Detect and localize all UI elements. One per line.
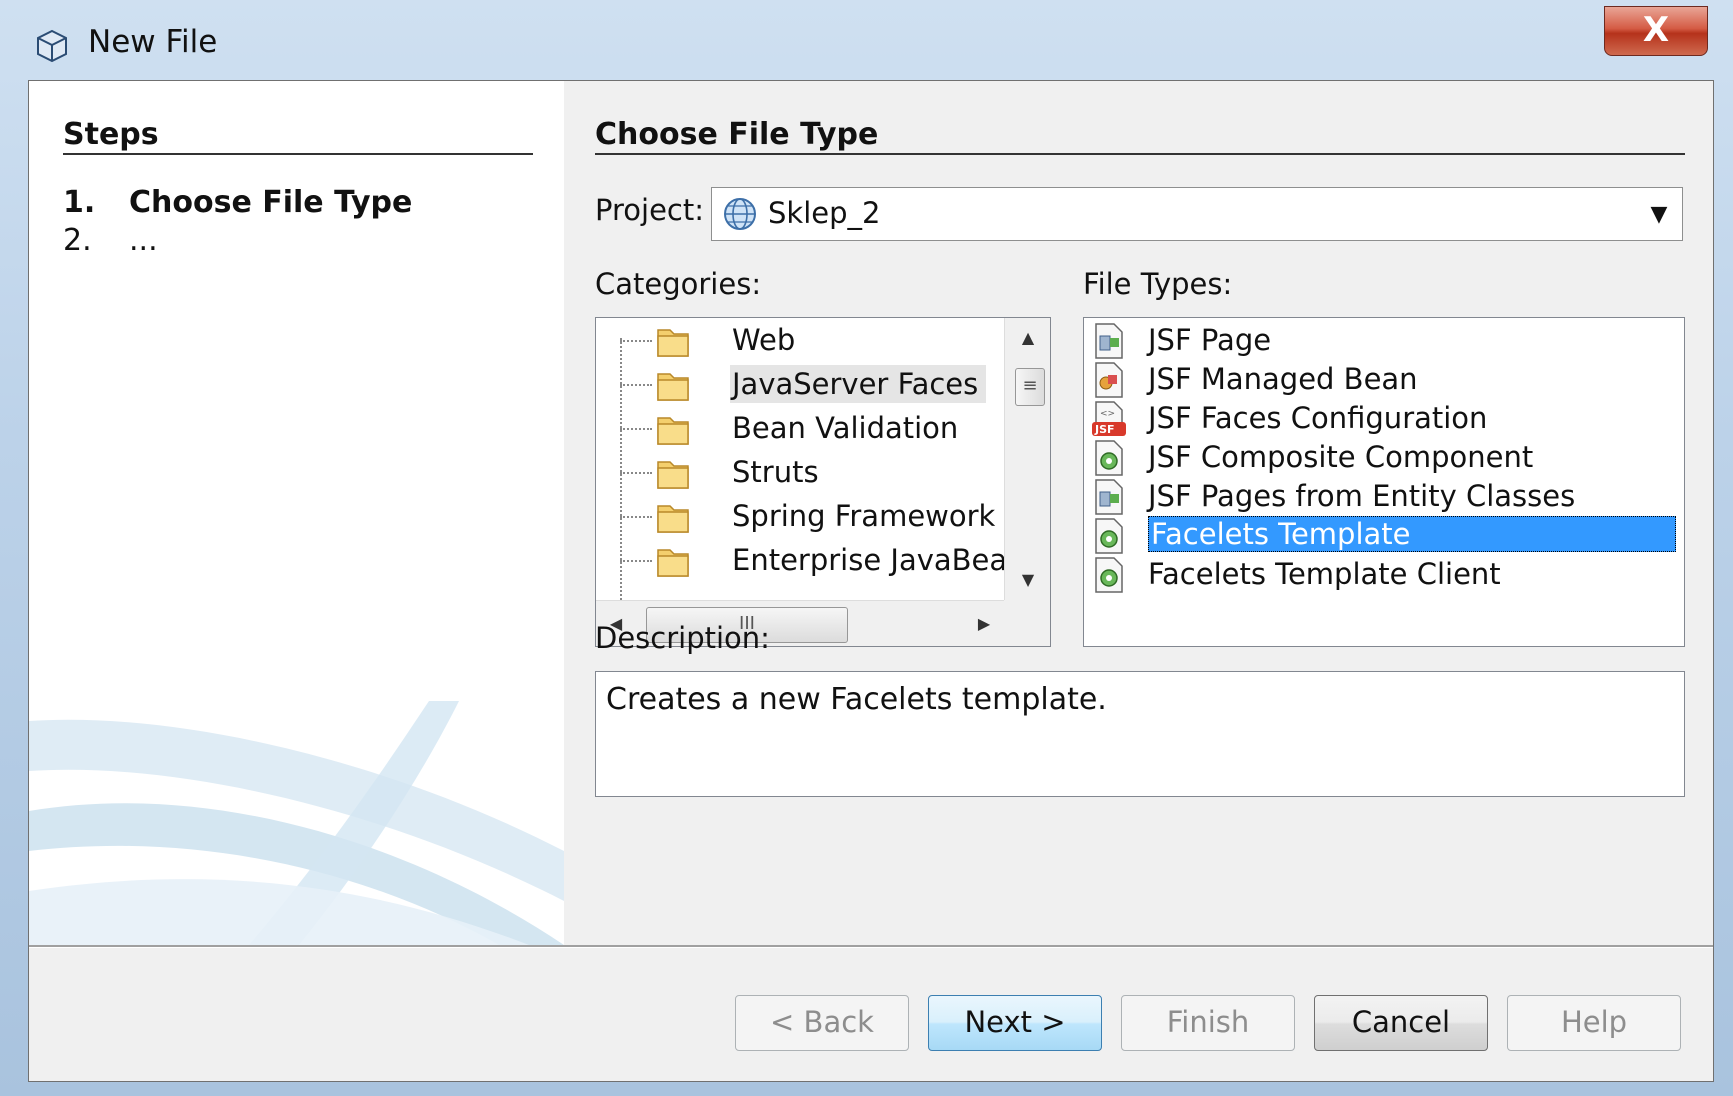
tree-connector [620,560,652,562]
cancel-button[interactable]: Cancel [1314,995,1488,1051]
dialog-body: Steps 1. Choose File Type 2.... Choose Fi… [28,80,1714,1082]
close-button[interactable]: X [1604,6,1708,56]
steps-heading: Steps [63,117,159,152]
scrollbar-corner [1004,600,1050,646]
categories-label: Categories: [595,267,762,301]
description-label: Description: [595,621,770,655]
tree-item-enterprise-javabeans[interactable]: Enterprise JavaBeans [620,538,1004,582]
svg-text:JSF: JSF [1094,423,1115,436]
step-2: 2.... [63,223,158,258]
steps-divider [63,153,533,155]
tree-connector [620,384,652,386]
list-item-label: JSF Managed Bean [1148,362,1418,396]
list-item-label: Facelets Template Client [1148,557,1501,591]
tree-item-struts[interactable]: Struts [620,450,1004,494]
list-item-label: JSF Composite Component [1148,440,1534,474]
folder-icon [657,461,689,489]
step-number: 1. [63,185,96,220]
vertical-scroll-thumb[interactable]: ≡ [1015,368,1045,406]
categories-tree[interactable]: Web JavaServer Faces Bean Validation Str… [595,317,1051,647]
main-divider [595,153,1685,155]
folder-icon [657,549,689,577]
step-label: ... [129,223,158,258]
tree-item-bean-validation[interactable]: Bean Validation [620,406,1004,450]
file-type-jsf-composite-component[interactable]: JSF Composite Component [1084,437,1684,479]
managed-bean-icon [1095,362,1123,398]
next-button[interactable]: Next > [928,995,1102,1051]
tree-item-label: JavaServer Faces [730,365,987,403]
step-label: Choose File Type [129,185,413,220]
title-bar[interactable]: New File X [0,0,1733,80]
window-title: New File [88,24,218,60]
file-type-jsf-managed-bean[interactable]: JSF Managed Bean [1084,359,1684,401]
list-item-label: Facelets Template [1148,516,1676,552]
folder-icon [657,329,689,357]
help-button[interactable]: Help [1507,995,1681,1051]
scroll-down-arrow-icon[interactable]: ▼ [1005,560,1050,600]
finish-button[interactable]: Finish [1121,995,1295,1051]
list-item-label: JSF Pages from Entity Classes [1148,479,1576,513]
svg-text:<>: <> [1100,409,1115,419]
file-type-facelets-template[interactable]: Facelets Template [1084,515,1684,557]
tree-connector [620,472,652,474]
steps-panel: Steps 1. Choose File Type 2.... [29,81,564,945]
faces-config-icon: <> JSF [1092,401,1126,436]
tree-connector [620,340,652,342]
tree-item-label: Web [732,323,796,357]
tree-item-label: Bean Validation [732,411,959,445]
tree-item-label: Spring Framework [732,499,996,533]
list-item-label: JSF Faces Configuration [1148,401,1488,435]
tree-connector [620,516,652,518]
description-text: Creates a new Facelets template. [595,671,1685,797]
tree-item-spring-framework[interactable]: Spring Framework [620,494,1004,538]
vertical-scrollbar[interactable]: ▲ ≡ ▼ [1004,318,1050,600]
jsf-page-icon [1095,323,1123,359]
netbeans-cube-icon [37,29,67,63]
file-type-facelets-template-client[interactable]: Facelets Template Client [1084,554,1684,596]
decorative-swoosh-graphic [29,701,564,945]
tree-item-javaserver-faces[interactable]: JavaServer Faces [620,362,1004,406]
tree-item-label: Enterprise JavaBeans [732,543,1004,577]
new-file-dialog: New File X Steps 1. Choose File Type 2...… [0,0,1733,1096]
chevron-down-icon[interactable]: ▼ [1644,200,1674,230]
tree-item-web[interactable]: Web [620,318,1004,362]
facelets-template-client-icon [1095,557,1123,593]
composite-component-icon [1095,440,1123,476]
folder-icon [657,417,689,445]
file-type-jsf-faces-configuration[interactable]: <> JSF JSF Faces Configuration [1084,398,1684,440]
file-type-jsf-pages-from-entity-classes[interactable]: JSF Pages from Entity Classes [1084,476,1684,518]
list-item-label: JSF Page [1148,323,1272,357]
file-type-jsf-page[interactable]: JSF Page [1084,320,1684,362]
project-label: Project: [595,193,704,227]
scroll-up-arrow-icon[interactable]: ▲ [1005,318,1050,358]
folder-icon [657,505,689,533]
project-dropdown[interactable]: Sklep_2 ▼ [711,187,1683,241]
file-types-label: File Types: [1083,267,1233,301]
categories-tree-viewport: Web JavaServer Faces Bean Validation Str… [596,318,1004,600]
step-number: 2. [63,223,92,258]
scroll-right-arrow-icon[interactable]: ▶ [964,601,1004,646]
tree-connector [620,428,652,430]
button-bar-separator [29,945,1713,948]
jsf-pages-entity-icon [1095,479,1123,515]
back-button[interactable]: < Back [735,995,909,1051]
facelets-template-icon [1095,518,1123,554]
file-types-list[interactable]: JSF Page JSF Managed Bean <> JSF JSF Face… [1083,317,1685,647]
folder-icon [657,373,689,401]
step-1: 1. Choose File Type [63,185,412,220]
tree-item-label: Struts [732,455,819,489]
web-project-globe-icon [724,198,756,230]
project-value: Sklep_2 [768,196,881,230]
main-heading: Choose File Type [595,117,879,152]
